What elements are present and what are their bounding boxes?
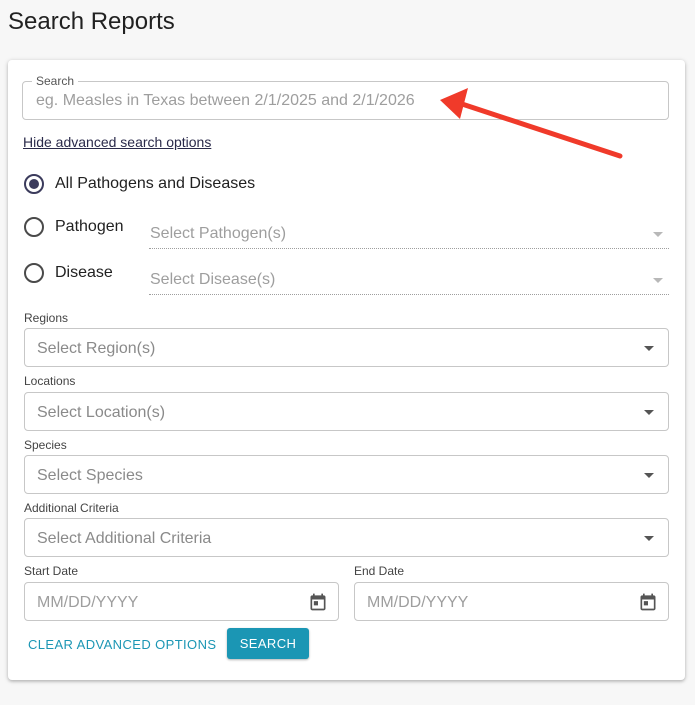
radio-all-pathogens-diseases[interactable]	[24, 174, 44, 194]
species-select[interactable]: Select Species	[24, 455, 669, 494]
clear-advanced-options-button[interactable]: CLEAR ADVANCED OPTIONS	[24, 630, 220, 658]
start-date-input[interactable]	[37, 594, 287, 612]
additional-criteria-label: Additional Criteria	[24, 501, 119, 515]
additional-criteria-select-placeholder: Select Additional Criteria	[37, 530, 212, 547]
regions-select-placeholder: Select Region(s)	[37, 340, 156, 357]
regions-select[interactable]: Select Region(s)	[24, 328, 669, 367]
calendar-icon[interactable]	[638, 591, 658, 613]
search-button[interactable]: SEARCH	[227, 628, 309, 659]
disease-select[interactable]: Select Disease(s)	[149, 265, 669, 295]
radio-label-all: All Pathogens and Diseases	[55, 175, 256, 192]
search-card: Search Hide advanced search options All …	[8, 60, 685, 680]
additional-criteria-select[interactable]: Select Additional Criteria	[24, 518, 669, 557]
regions-label: Regions	[24, 311, 69, 325]
chevron-down-icon	[644, 346, 654, 351]
species-select-placeholder: Select Species	[37, 467, 143, 484]
species-label: Species	[24, 438, 67, 452]
locations-label: Locations	[24, 374, 76, 388]
locations-select[interactable]: Select Location(s)	[24, 392, 669, 431]
search-field[interactable]: Search	[22, 75, 669, 120]
hide-advanced-search-link[interactable]: Hide advanced search options	[23, 134, 211, 150]
end-date-label: End Date	[354, 564, 405, 578]
search-legend: Search	[32, 75, 79, 87]
disease-select-placeholder: Select Disease(s)	[150, 271, 276, 288]
start-date-field[interactable]	[24, 582, 339, 621]
calendar-icon[interactable]	[308, 591, 328, 613]
page-title: Search Reports	[8, 8, 175, 35]
chevron-down-icon	[653, 232, 663, 237]
radio-label-pathogen: Pathogen	[55, 218, 124, 235]
pathogen-select-placeholder: Select Pathogen(s)	[150, 225, 287, 242]
end-date-field[interactable]	[354, 582, 669, 621]
radio-disease[interactable]	[24, 263, 44, 283]
radio-row-all[interactable]: All Pathogens and Diseases	[24, 174, 255, 194]
chevron-down-icon	[644, 536, 654, 541]
locations-select-placeholder: Select Location(s)	[37, 404, 166, 421]
radio-pathogen[interactable]	[24, 217, 44, 237]
radio-row-pathogen[interactable]: Pathogen	[24, 217, 124, 237]
pathogen-select[interactable]: Select Pathogen(s)	[149, 219, 669, 249]
start-date-label: Start Date	[24, 564, 79, 578]
chevron-down-icon	[644, 410, 654, 415]
chevron-down-icon	[653, 278, 663, 283]
end-date-input[interactable]	[367, 594, 617, 612]
radio-label-disease: Disease	[55, 264, 113, 281]
chevron-down-icon	[644, 473, 654, 478]
search-input[interactable]	[36, 92, 636, 110]
radio-row-disease[interactable]: Disease	[24, 263, 113, 283]
